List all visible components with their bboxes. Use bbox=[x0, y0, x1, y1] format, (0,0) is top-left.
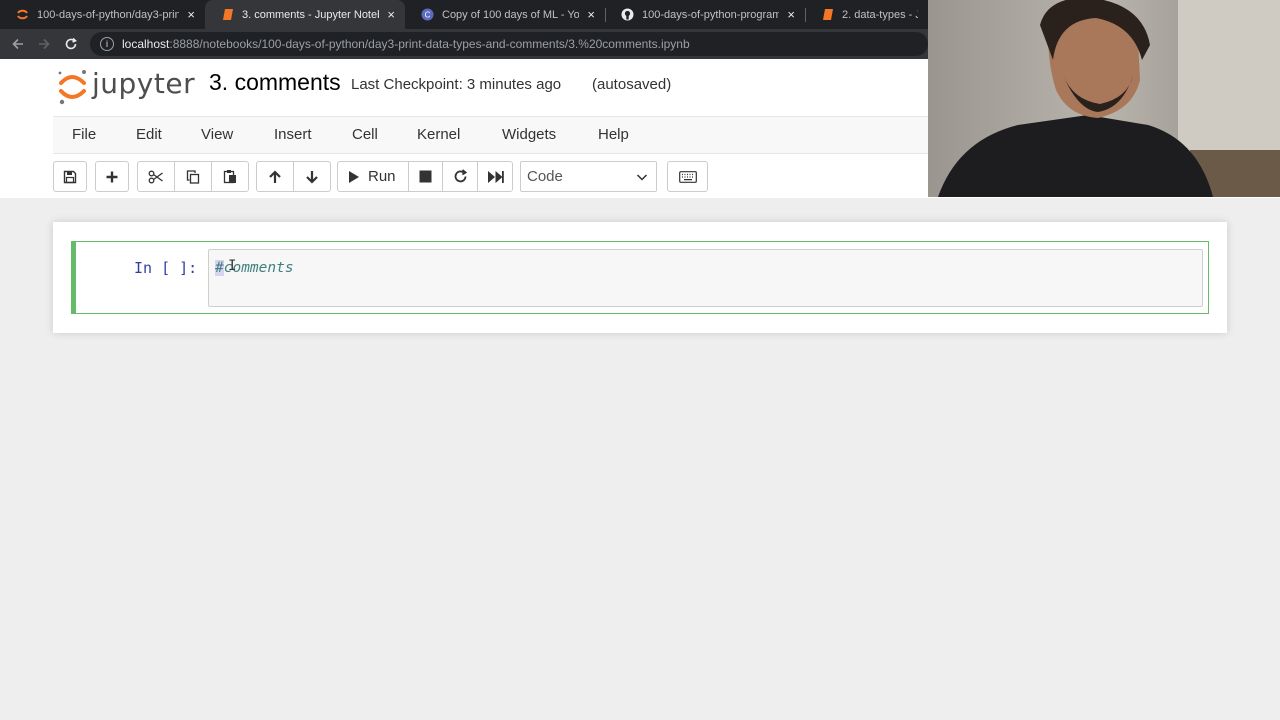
input-prompt: In [ ]: bbox=[134, 259, 198, 277]
play-icon bbox=[349, 170, 359, 183]
tab-label: 100-days-of-python/day3-print- bbox=[37, 8, 180, 21]
paste-button[interactable] bbox=[211, 161, 249, 192]
plus-icon bbox=[106, 171, 118, 182]
jupyter-logo-icon bbox=[58, 70, 86, 105]
code-text: #comments bbox=[215, 260, 294, 276]
stop-icon bbox=[419, 170, 432, 183]
paste-icon bbox=[223, 170, 236, 184]
url-path: :8888/notebooks/100-days-of-python/day3-… bbox=[169, 37, 690, 51]
menu-file[interactable]: File bbox=[72, 126, 96, 143]
colab-icon: C bbox=[421, 8, 434, 21]
refresh-icon bbox=[454, 169, 467, 183]
close-icon[interactable]: × bbox=[187, 7, 195, 22]
menu-edit[interactable]: Edit bbox=[136, 126, 162, 143]
code-hash: # bbox=[215, 260, 224, 276]
notebook-icon bbox=[221, 8, 234, 21]
close-icon[interactable]: × bbox=[587, 7, 595, 22]
tab-label: 2. data-types - Jupyte bbox=[842, 8, 918, 21]
jupyter-logo-text: jupyter bbox=[92, 67, 196, 100]
fast-forward-icon bbox=[487, 170, 504, 183]
run-label: Run bbox=[368, 168, 396, 185]
webcam-overlay bbox=[928, 0, 1280, 197]
insert-cell-button[interactable] bbox=[95, 161, 129, 192]
cut-button[interactable] bbox=[137, 161, 175, 192]
close-icon[interactable]: × bbox=[787, 7, 795, 22]
browser-tab-4[interactable]: 2. data-types - Jupyte bbox=[805, 0, 928, 29]
interrupt-button[interactable] bbox=[408, 161, 443, 192]
url-field[interactable]: i localhost:8888/notebooks/100-days-of-p… bbox=[90, 32, 928, 56]
run-button[interactable]: Run bbox=[337, 161, 409, 192]
browser-tab-2[interactable]: C Copy of 100 days of ML - YouTub × bbox=[405, 0, 605, 29]
tab-label: Copy of 100 days of ML - YouTub bbox=[442, 8, 580, 21]
autosave-status: (autosaved) bbox=[592, 76, 672, 93]
menu-kernel[interactable]: Kernel bbox=[417, 126, 460, 143]
menu-widgets[interactable]: Widgets bbox=[502, 126, 556, 143]
chevron-down-icon bbox=[636, 174, 648, 181]
keyboard-icon bbox=[678, 170, 697, 183]
copy-icon bbox=[186, 169, 200, 184]
tab-label: 100-days-of-python-programmin bbox=[642, 8, 780, 21]
cell-type-value: Code bbox=[527, 168, 563, 185]
cell-type-select[interactable]: Code bbox=[520, 161, 657, 192]
svg-text:C: C bbox=[425, 11, 431, 20]
save-icon bbox=[63, 170, 77, 183]
jupyter-icon bbox=[16, 8, 29, 21]
arrow-up-icon bbox=[269, 169, 281, 183]
github-icon bbox=[621, 8, 634, 21]
move-down-button[interactable] bbox=[293, 161, 331, 192]
save-button[interactable] bbox=[53, 161, 87, 192]
browser-tab-1[interactable]: 3. comments - Jupyter Notebook × bbox=[205, 0, 405, 29]
copy-button[interactable] bbox=[174, 161, 212, 192]
restart-button[interactable] bbox=[442, 161, 478, 192]
browser-tab-0[interactable]: 100-days-of-python/day3-print- × bbox=[0, 0, 205, 29]
info-icon[interactable]: i bbox=[100, 37, 114, 51]
restart-run-all-button[interactable] bbox=[477, 161, 513, 192]
url-host: localhost bbox=[122, 37, 170, 51]
notebook-container: In [ ]: #comments I bbox=[53, 222, 1227, 333]
tab-label: 3. comments - Jupyter Notebook bbox=[242, 8, 379, 21]
command-palette-button[interactable] bbox=[667, 161, 708, 192]
forward-icon[interactable] bbox=[35, 35, 53, 53]
url-text: localhost:8888/notebooks/100-days-of-pyt… bbox=[122, 37, 690, 51]
reload-icon[interactable] bbox=[62, 35, 80, 53]
code-cell[interactable]: In [ ]: #comments I bbox=[71, 241, 1209, 314]
notebook-title[interactable]: 3. comments bbox=[209, 69, 341, 96]
checkpoint-status: Last Checkpoint: 3 minutes ago bbox=[351, 76, 562, 93]
presenter-video bbox=[928, 0, 1280, 197]
menu-cell[interactable]: Cell bbox=[352, 126, 378, 143]
menu-help[interactable]: Help bbox=[598, 126, 629, 143]
browser-tab-3[interactable]: 100-days-of-python-programmin × bbox=[605, 0, 805, 29]
scissors-icon bbox=[148, 170, 163, 183]
move-up-button[interactable] bbox=[256, 161, 294, 192]
menu-view[interactable]: View bbox=[201, 126, 233, 143]
close-icon[interactable]: × bbox=[387, 7, 395, 22]
menu-insert[interactable]: Insert bbox=[274, 126, 312, 143]
back-icon[interactable] bbox=[9, 35, 27, 53]
notebook-icon bbox=[821, 8, 834, 21]
text-cursor-icon: I bbox=[228, 258, 237, 274]
code-editor[interactable]: #comments I bbox=[208, 249, 1203, 307]
arrow-down-icon bbox=[306, 170, 318, 184]
